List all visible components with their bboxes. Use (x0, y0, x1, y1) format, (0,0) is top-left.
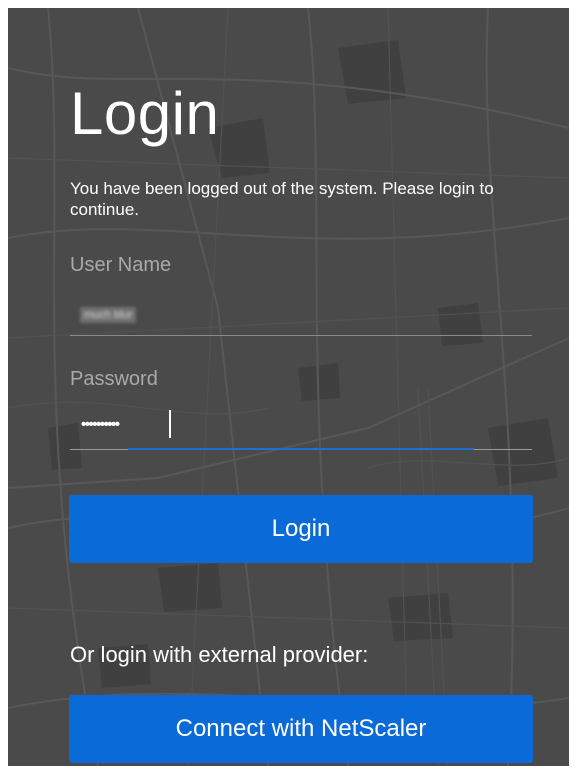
login-panel: Login You have been logged out of the sy… (8, 8, 569, 766)
text-caret (169, 410, 171, 438)
password-label: Password (70, 368, 158, 390)
logout-notice: You have been logged out of the system. … (70, 179, 494, 219)
password-focus-underline (128, 448, 474, 450)
username-input[interactable] (70, 298, 532, 332)
page-title: Login (70, 80, 220, 147)
username-underline (70, 335, 532, 336)
password-input[interactable] (70, 410, 532, 444)
username-label: User Name (70, 254, 172, 276)
username-value: much blur (80, 307, 137, 323)
login-button[interactable]: Login (69, 495, 533, 563)
external-provider-text: Or login with external provider: (70, 642, 369, 667)
connect-netscaler-button[interactable]: Connect with NetScaler (69, 695, 533, 763)
password-value: •••••••••• (81, 416, 120, 433)
